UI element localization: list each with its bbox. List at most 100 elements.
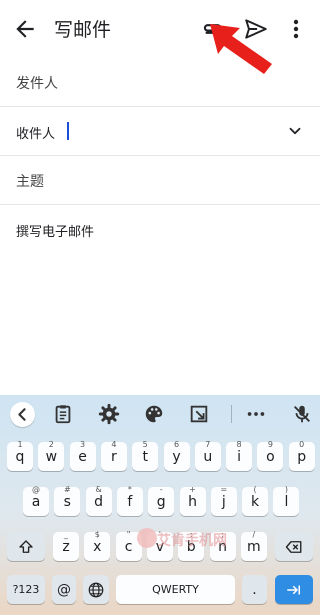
key-label: c bbox=[124, 539, 133, 555]
key-label: t bbox=[142, 449, 148, 465]
globe-icon bbox=[88, 582, 104, 598]
key-label: h bbox=[188, 494, 197, 510]
to-field[interactable]: 收件人 bbox=[0, 107, 320, 156]
backspace-key[interactable] bbox=[275, 532, 313, 561]
at-key[interactable]: @ bbox=[52, 575, 76, 604]
keyboard-toolbar bbox=[0, 395, 320, 433]
key-p[interactable]: 0p bbox=[288, 440, 315, 471]
key-hint: 4 bbox=[111, 440, 117, 449]
key-hint: - bbox=[159, 485, 163, 494]
key-f[interactable]: * f bbox=[116, 485, 143, 516]
period-key[interactable]: . bbox=[242, 575, 267, 604]
enter-key[interactable] bbox=[275, 575, 313, 604]
key-hint: 1 bbox=[17, 440, 23, 449]
shift-arrow-icon bbox=[19, 540, 33, 553]
key-hint: 9 bbox=[267, 440, 273, 449]
watermark-text: 艾肯手机网 bbox=[157, 533, 227, 549]
key-label: x bbox=[93, 539, 102, 555]
key-hint: 3 bbox=[80, 440, 86, 449]
language-key[interactable] bbox=[83, 575, 109, 604]
back-arrow-icon[interactable] bbox=[12, 16, 38, 42]
key-hint: _ bbox=[64, 530, 68, 539]
key-t[interactable]: 5t bbox=[132, 440, 159, 471]
key-hint: + bbox=[189, 485, 196, 494]
key-label: p bbox=[297, 449, 307, 465]
clipboard-icon[interactable] bbox=[52, 403, 74, 425]
key-hint: 8 bbox=[236, 440, 242, 449]
key-hint: * bbox=[127, 485, 132, 494]
key-label: i bbox=[237, 449, 242, 465]
key-hint: ) bbox=[284, 485, 288, 494]
collapse-keyboard-button[interactable] bbox=[10, 402, 35, 427]
key-o[interactable]: 9o bbox=[257, 440, 284, 471]
key-label: o bbox=[266, 449, 275, 465]
resize-keyboard-icon[interactable] bbox=[188, 403, 210, 425]
key-label: u bbox=[203, 449, 213, 465]
key-hint: 0 bbox=[299, 440, 305, 449]
key-r[interactable]: 4r bbox=[100, 440, 127, 471]
key-label: d bbox=[94, 494, 104, 510]
settings-gear-icon[interactable] bbox=[98, 403, 120, 425]
key-w[interactable]: 2w bbox=[38, 440, 65, 471]
key-j[interactable]: = j bbox=[210, 485, 237, 516]
key-label: a bbox=[31, 494, 41, 510]
key-hint: ( bbox=[253, 485, 257, 494]
backspace-icon bbox=[285, 541, 302, 553]
key-s[interactable]: # s bbox=[54, 485, 81, 516]
watermark-logo-icon bbox=[137, 528, 157, 548]
from-label: 发件人 bbox=[16, 76, 58, 92]
chevron-down-icon[interactable] bbox=[286, 122, 304, 140]
key-h[interactable]: + h bbox=[179, 485, 206, 516]
shift-key[interactable] bbox=[7, 532, 45, 561]
key-label: k bbox=[251, 494, 260, 510]
theme-palette-icon[interactable] bbox=[143, 403, 165, 425]
key-q[interactable]: 1q bbox=[7, 440, 33, 471]
email-body-field[interactable]: 撰写电子邮件 bbox=[16, 221, 94, 240]
key-hint: # bbox=[63, 485, 71, 494]
key-label: s bbox=[63, 494, 71, 510]
key-l[interactable]: ) l bbox=[273, 485, 300, 516]
space-bar[interactable]: QWERTY bbox=[116, 575, 235, 604]
soft-keyboard: 1q2w3e4r5t6y7u8i9o0p @ a # s & d * f - g + h = j(k) l … bbox=[0, 395, 320, 615]
key-g[interactable]: -g bbox=[148, 485, 175, 516]
key-x[interactable]: $ x bbox=[84, 530, 111, 561]
key-hint: = bbox=[220, 485, 228, 494]
page-title: 写邮件 bbox=[54, 19, 112, 41]
key-d[interactable]: & d bbox=[85, 485, 112, 516]
tab-next-icon bbox=[287, 585, 300, 595]
toolbar-divider bbox=[231, 405, 232, 423]
more-horizontal-icon[interactable] bbox=[245, 403, 267, 425]
key-hint: & bbox=[95, 485, 102, 494]
symbols-key[interactable]: ?123 bbox=[7, 575, 45, 604]
key-label: w bbox=[45, 449, 58, 465]
key-label: f bbox=[127, 494, 133, 510]
subject-placeholder: 主题 bbox=[16, 174, 44, 190]
text-cursor bbox=[67, 122, 69, 140]
chevron-left-icon bbox=[18, 408, 26, 421]
key-label: r bbox=[111, 449, 117, 465]
key-label: q bbox=[15, 449, 25, 465]
key-label: l bbox=[284, 494, 289, 510]
key-hint: 7 bbox=[205, 440, 211, 449]
key-m[interactable]: / m bbox=[240, 530, 267, 561]
key-label: g bbox=[156, 494, 166, 510]
subject-field[interactable]: 主题 bbox=[0, 156, 320, 205]
key-k[interactable]: (k bbox=[242, 485, 269, 516]
key-hint: $ bbox=[94, 530, 100, 539]
key-i[interactable]: 8i bbox=[226, 440, 253, 471]
key-label: m bbox=[246, 539, 261, 555]
key-y[interactable]: 6y bbox=[163, 440, 190, 471]
from-field[interactable]: 发件人 bbox=[0, 56, 320, 107]
key-hint: 5 bbox=[142, 440, 148, 449]
key-e[interactable]: 3e bbox=[69, 440, 96, 471]
more-options-icon[interactable] bbox=[286, 16, 306, 42]
mic-off-icon[interactable] bbox=[291, 403, 313, 425]
key-hint: @ bbox=[32, 485, 40, 494]
key-label: z bbox=[62, 539, 70, 555]
key-u[interactable]: 7u bbox=[194, 440, 221, 471]
key-hint: 2 bbox=[48, 440, 54, 449]
key-hint: / bbox=[252, 530, 256, 539]
key-a[interactable]: @ a bbox=[23, 485, 49, 516]
key-label: y bbox=[172, 449, 181, 465]
key-z[interactable]: _ z bbox=[53, 530, 79, 561]
